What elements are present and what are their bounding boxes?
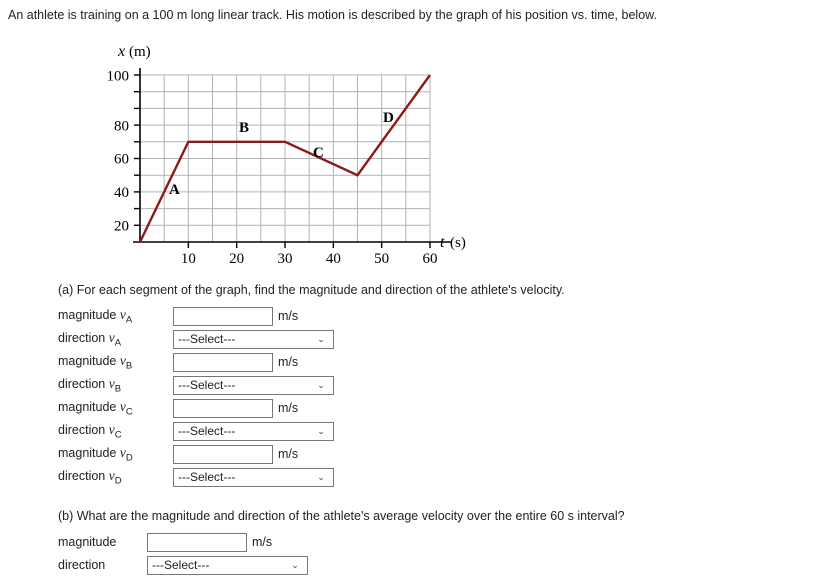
x-tick-20: 20 bbox=[229, 251, 244, 266]
question-b-prompt: (b) What are the magnitude and direction… bbox=[58, 509, 625, 523]
label-text: magnitude bbox=[58, 353, 117, 368]
chevron-down-icon: ⌄ bbox=[317, 425, 325, 436]
chevron-down-icon: ⌄ bbox=[317, 333, 325, 344]
segment-label-b: B bbox=[239, 120, 249, 136]
x-tick-30: 30 bbox=[278, 251, 293, 266]
y-tick-80: 80 bbox=[114, 118, 129, 134]
subscript-a: A bbox=[114, 337, 122, 349]
subscript-b: B bbox=[125, 360, 133, 372]
subscript-d: D bbox=[114, 475, 122, 487]
select-value: ---Select--- bbox=[152, 558, 210, 572]
segment-label-a: A bbox=[169, 182, 180, 198]
select-value: ---Select--- bbox=[178, 332, 236, 346]
y-tick-100: 100 bbox=[107, 69, 130, 85]
direction-vc-select[interactable]: ---Select--- ⌄ bbox=[173, 421, 334, 441]
label-magnitude-vb: magnitude vB bbox=[58, 353, 173, 372]
x-tick-60: 60 bbox=[423, 251, 438, 266]
x-axis-tick-labels: 10 20 30 40 50 60 bbox=[181, 251, 438, 266]
subscript-c: C bbox=[114, 429, 122, 441]
magnitude-vc-input[interactable] bbox=[173, 398, 273, 418]
label-text: direction bbox=[58, 468, 106, 483]
grid-lines bbox=[140, 74, 431, 242]
x-axis-title-unit: (s) bbox=[450, 235, 466, 251]
y-tick-60: 60 bbox=[114, 152, 129, 168]
unit-vc: m/s bbox=[278, 401, 299, 415]
row-average-direction: direction ---Select--- ⌄ bbox=[58, 554, 308, 576]
select-value: ---Select--- bbox=[178, 470, 236, 484]
direction-vd-select[interactable]: ---Select--- ⌄ bbox=[173, 467, 334, 487]
direction-vb-select[interactable]: ---Select--- ⌄ bbox=[173, 375, 334, 395]
label-direction-va: direction vA bbox=[58, 330, 173, 349]
subscript-d: D bbox=[125, 452, 133, 464]
label-average-direction: direction bbox=[58, 558, 106, 572]
unit-va: m/s bbox=[278, 309, 299, 323]
average-direction-select[interactable]: ---Select--- ⌄ bbox=[147, 555, 308, 575]
direction-va-select[interactable]: ---Select--- ⌄ bbox=[173, 329, 334, 349]
unit-vb: m/s bbox=[278, 355, 299, 369]
unit-vd: m/s bbox=[278, 447, 299, 461]
row-magnitude-vc: magnitude vC m/s bbox=[58, 397, 298, 419]
subscript-b: B bbox=[114, 383, 122, 395]
segment-label-c: C bbox=[313, 145, 324, 161]
select-value: ---Select--- bbox=[178, 378, 236, 392]
select-value: ---Select--- bbox=[178, 424, 236, 438]
magnitude-vb-input[interactable] bbox=[173, 352, 273, 372]
y-tick-20: 20 bbox=[114, 219, 129, 235]
row-direction-va: direction vA ---Select--- ⌄ bbox=[58, 328, 334, 350]
graph-canvas: 20 40 60 80 100 10 20 30 40 50 60 x (m) … bbox=[107, 43, 466, 266]
row-magnitude-va: magnitude vA m/s bbox=[58, 305, 298, 327]
row-direction-vb: direction vB ---Select--- ⌄ bbox=[58, 374, 334, 396]
y-axis-title-variable: x bbox=[117, 43, 125, 60]
label-direction-vb: direction vB bbox=[58, 376, 173, 395]
label-direction-vc: direction vC bbox=[58, 422, 173, 441]
label-magnitude-va: magnitude vA bbox=[58, 307, 173, 326]
magnitude-vd-input[interactable] bbox=[173, 444, 273, 464]
position-time-graph: 20 40 60 80 100 10 20 30 40 50 60 x (m) … bbox=[100, 36, 500, 266]
x-axis-title-variable: t bbox=[440, 234, 445, 251]
label-average-magnitude: magnitude bbox=[58, 535, 117, 549]
subscript-a: A bbox=[125, 314, 133, 326]
label-direction-vd: direction vD bbox=[58, 468, 173, 487]
average-magnitude-input[interactable] bbox=[147, 532, 247, 552]
question-a-prompt: (a) For each segment of the graph, find … bbox=[58, 283, 565, 297]
segment-label-d: D bbox=[383, 110, 394, 126]
x-tick-50: 50 bbox=[374, 251, 389, 266]
label-text: magnitude bbox=[58, 445, 117, 460]
chevron-down-icon: ⌄ bbox=[291, 559, 299, 570]
chevron-down-icon: ⌄ bbox=[317, 379, 325, 390]
label-text: direction bbox=[58, 422, 106, 437]
row-direction-vd: direction vD ---Select--- ⌄ bbox=[58, 466, 334, 488]
problem-statement: An athlete is training on a 100 m long l… bbox=[8, 8, 657, 22]
x-tick-10: 10 bbox=[181, 251, 196, 266]
label-text: direction bbox=[58, 330, 106, 345]
chevron-down-icon: ⌄ bbox=[317, 471, 325, 482]
x-tick-40: 40 bbox=[326, 251, 341, 266]
row-magnitude-vb: magnitude vB m/s bbox=[58, 351, 298, 373]
unit-average-magnitude: m/s bbox=[252, 535, 273, 549]
subscript-c: C bbox=[125, 406, 133, 418]
y-tick-40: 40 bbox=[114, 185, 129, 201]
y-axis-title-unit: (m) bbox=[129, 44, 151, 60]
label-text: magnitude bbox=[58, 307, 117, 322]
label-text: magnitude bbox=[58, 399, 117, 414]
row-magnitude-vd: magnitude vD m/s bbox=[58, 443, 298, 465]
y-axis-tick-labels: 20 40 60 80 100 bbox=[107, 69, 130, 235]
row-direction-vc: direction vC ---Select--- ⌄ bbox=[58, 420, 334, 442]
segment-labels: A B C D bbox=[169, 110, 394, 198]
magnitude-va-input[interactable] bbox=[173, 306, 273, 326]
label-magnitude-vc: magnitude vC bbox=[58, 399, 173, 418]
label-magnitude-vd: magnitude vD bbox=[58, 445, 173, 464]
row-average-magnitude: magnitude m/s bbox=[58, 531, 272, 553]
label-text: direction bbox=[58, 376, 106, 391]
